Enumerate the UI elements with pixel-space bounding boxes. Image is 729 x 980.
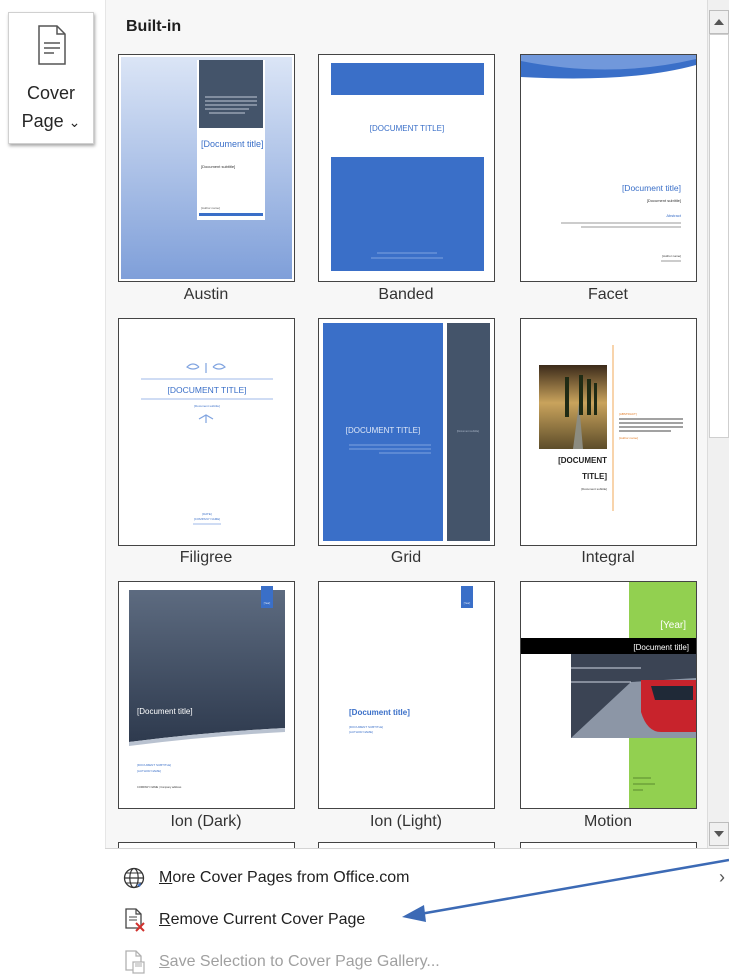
ion-dark-author: [AUTHOR NAME] bbox=[137, 769, 161, 773]
ion-light-subtitle: [DOCUMENT SUBTITLE] bbox=[349, 725, 383, 729]
grid-side: [Document subtitle] bbox=[457, 429, 479, 433]
menu-remove-label: emove Current Cover Page bbox=[170, 911, 366, 928]
menu-save-mnemonic: S bbox=[159, 953, 170, 970]
template-banded[interactable]: [DOCUMENT TITLE] bbox=[318, 54, 495, 282]
motion-year: [Year] bbox=[660, 620, 686, 631]
facet-abstract: Abstract bbox=[666, 213, 682, 218]
chevron-down-icon: ⌄ bbox=[68, 114, 81, 130]
template-name-grid: Grid bbox=[390, 549, 422, 566]
menu-save-selection[interactable]: Save Selection to Cover Page Gallery... bbox=[121, 947, 440, 977]
left-ribbon-area: Cover Page ⌄ bbox=[0, 0, 105, 979]
menu-remove-cover-page[interactable]: Remove Current Cover Page bbox=[121, 905, 365, 935]
cover-page-label-page: Page bbox=[21, 111, 64, 131]
integral-title-1: [DOCUMENT bbox=[558, 456, 607, 465]
integral-title-2: TITLE] bbox=[582, 472, 607, 481]
menu-more-label: ore Cover Pages from Office.com bbox=[172, 869, 410, 886]
facet-title: [Document title] bbox=[622, 183, 681, 193]
motion-title: [Document title] bbox=[633, 643, 689, 652]
scroll-up-icon[interactable] bbox=[709, 10, 729, 34]
template-grid[interactable]: [DOCUMENT TITLE] [Document subtitle] bbox=[318, 318, 495, 546]
template-name-austin: Austin bbox=[183, 286, 229, 303]
cover-page-button[interactable]: Cover Page ⌄ bbox=[8, 12, 94, 144]
template-motion[interactable]: [Year] [Document title] bbox=[520, 581, 697, 809]
ion-light-title: [Document title] bbox=[349, 708, 410, 717]
template-name-motion: Motion bbox=[583, 813, 633, 830]
gallery-scrollbar[interactable] bbox=[707, 0, 729, 848]
facet-subtitle: [Document subtitle] bbox=[647, 198, 681, 203]
template-ion-light[interactable]: [Year] [Document title] [DOCUMENT SUBTIT… bbox=[318, 581, 495, 809]
template-name-ion-dark: Ion (Dark) bbox=[170, 813, 242, 830]
ion-dark-year: [Year] bbox=[264, 602, 271, 605]
template-filigree[interactable]: [DOCUMENT TITLE] [Document subtitle] [DA… bbox=[118, 318, 295, 546]
filigree-title: [DOCUMENT TITLE] bbox=[167, 385, 246, 395]
ion-dark-title: [Document title] bbox=[137, 707, 193, 716]
globe-icon bbox=[121, 865, 147, 891]
template-name-banded: Banded bbox=[378, 286, 434, 303]
save-page-icon bbox=[121, 949, 147, 975]
scroll-down-icon[interactable] bbox=[709, 822, 729, 846]
menu-remove-mnemonic: R bbox=[159, 911, 171, 928]
menu-more-cover-pages[interactable]: More Cover Pages from Office.com › bbox=[121, 863, 725, 893]
template-ion-dark[interactable]: [Year] [Document title] [DOCUMENT SUBTIT… bbox=[118, 581, 295, 809]
cover-page-label-line1: Cover bbox=[26, 83, 75, 103]
filigree-date: [DATE] bbox=[202, 512, 212, 516]
austin-title: [Document title] bbox=[201, 139, 264, 149]
ion-dark-company: COMPANY NAME | Company address bbox=[137, 785, 182, 789]
chevron-right-icon: › bbox=[719, 867, 725, 887]
austin-author: [Author name] bbox=[201, 206, 220, 210]
integral-subtitle: [Document subtitle] bbox=[581, 487, 607, 491]
document-icon bbox=[38, 25, 66, 70]
ion-dark-subtitle: [DOCUMENT SUBTITLE] bbox=[137, 763, 171, 767]
ion-light-author: [AUTHOR NAME] bbox=[349, 730, 373, 734]
cover-page-menu: More Cover Pages from Office.com › Remov… bbox=[105, 848, 729, 980]
template-integral[interactable]: [DOCUMENT TITLE] [Document subtitle] [AB… bbox=[520, 318, 697, 546]
gallery-heading: Built-in bbox=[126, 18, 182, 35]
remove-page-icon bbox=[121, 907, 147, 933]
template-austin[interactable]: [Document title] [Document subtitle] [Au… bbox=[118, 54, 295, 282]
template-name-integral: Integral bbox=[581, 549, 635, 566]
template-name-facet: Facet bbox=[587, 286, 628, 303]
integral-author: [Author name] bbox=[619, 436, 638, 440]
filigree-subtitle: [Document subtitle] bbox=[194, 404, 220, 408]
integral-abstract: [ABSTRACT] bbox=[619, 412, 637, 416]
template-name-ion-light: Ion (Light) bbox=[369, 813, 443, 830]
grid-title: [DOCUMENT TITLE] bbox=[346, 426, 420, 435]
scrollbar-thumb[interactable] bbox=[709, 34, 729, 438]
facet-author: [Author name] bbox=[662, 254, 681, 258]
filigree-company: [COMPANY NAME] bbox=[194, 517, 220, 521]
menu-more-mnemonic: M bbox=[159, 869, 173, 886]
template-facet[interactable]: [Document title] [Document subtitle] Abs… bbox=[520, 54, 697, 282]
template-name-filigree: Filigree bbox=[179, 549, 233, 566]
banded-title: [DOCUMENT TITLE] bbox=[370, 124, 444, 133]
cover-page-gallery: Built-in [Document title] [Document subt… bbox=[105, 0, 708, 849]
ion-light-year: [Year] bbox=[464, 602, 471, 605]
cover-page-label-line2: Page ⌄ bbox=[9, 111, 93, 132]
austin-subtitle: [Document subtitle] bbox=[201, 164, 235, 169]
menu-save-label: ave Selection to Cover Page Gallery... bbox=[169, 953, 440, 970]
